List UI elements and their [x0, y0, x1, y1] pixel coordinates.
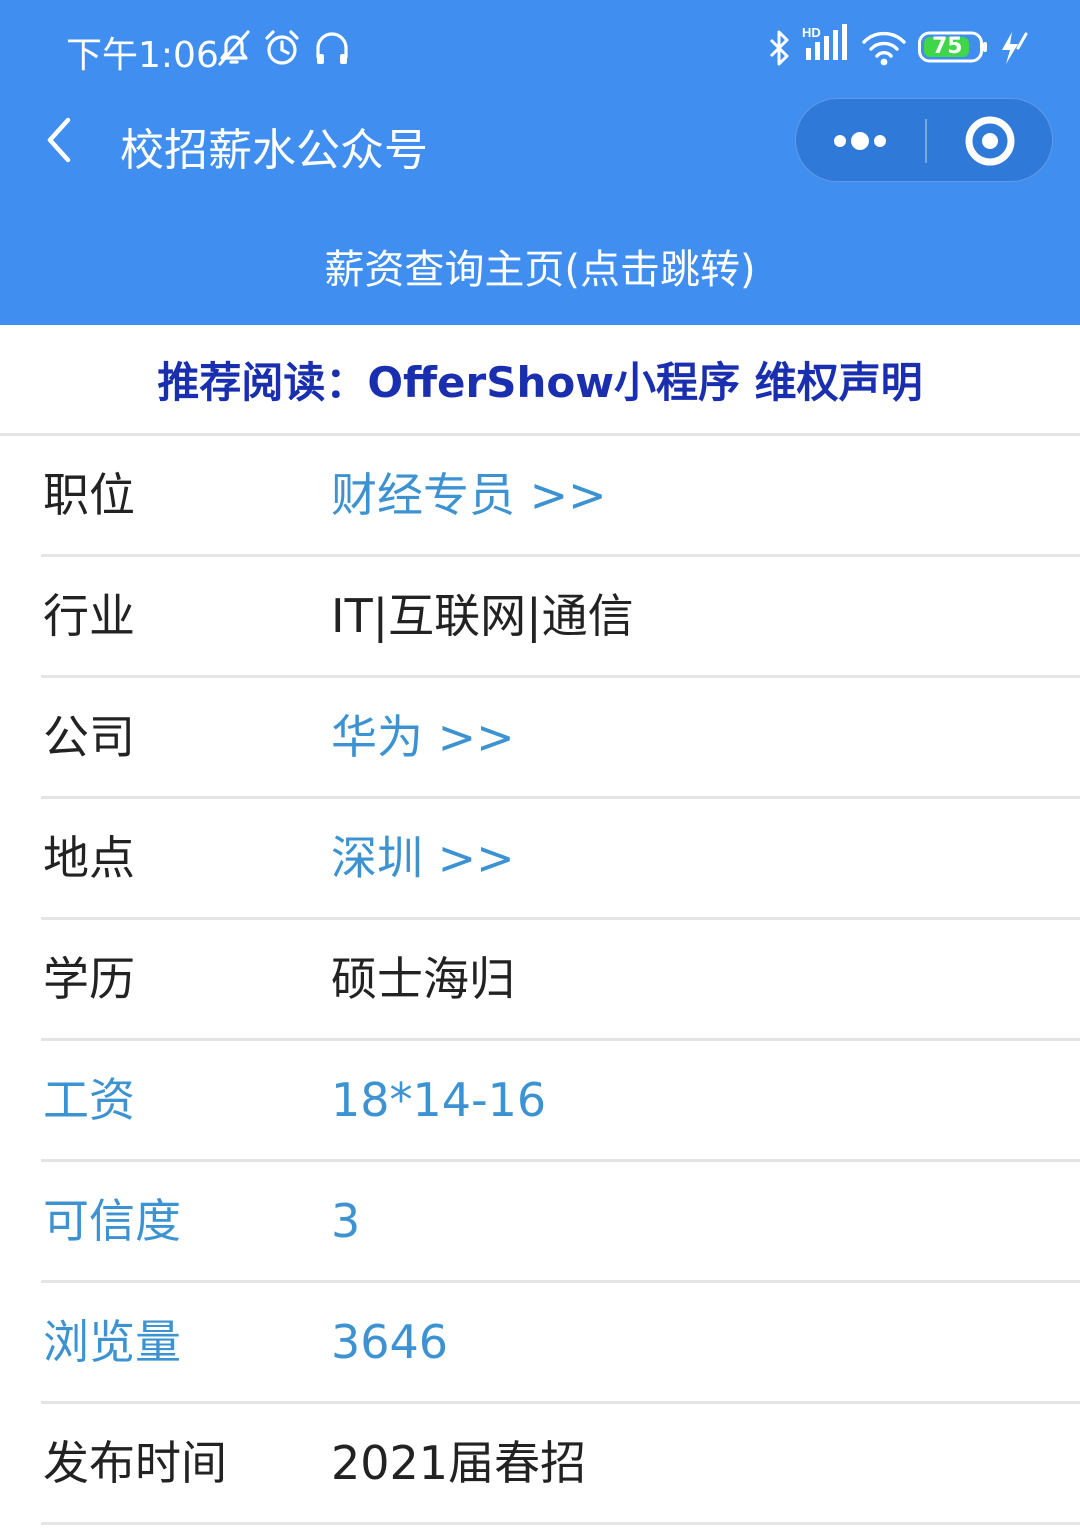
svg-text:HD: HD — [802, 25, 821, 40]
detail-value-credibility: 3 — [331, 1194, 361, 1248]
detail-row-views: 浏览量 3646 — [41, 1283, 1080, 1404]
page-title: 校招薪水公众号 — [120, 125, 428, 176]
close-button[interactable] — [927, 99, 1053, 181]
capsule-menu — [795, 98, 1053, 182]
target-close-icon — [965, 116, 1015, 166]
more-button[interactable] — [796, 99, 924, 181]
detail-row-company[interactable]: 公司 华为 >> — [41, 678, 1080, 799]
status-bar: 下午1:06 HD 75 — [0, 0, 1080, 96]
detail-label-publish-time: 发布时间 — [43, 1436, 227, 1490]
detail-row-education: 学历 硕士海归 — [41, 920, 1080, 1041]
alarm-icon — [262, 28, 302, 72]
detail-value-views: 3646 — [331, 1315, 449, 1369]
more-dots-icon — [834, 132, 886, 150]
detail-row-position[interactable]: 职位 财经专员 >> — [41, 436, 1080, 557]
headset-icon — [312, 28, 352, 72]
detail-label-views: 浏览量 — [43, 1315, 181, 1369]
detail-row-publish-time: 发布时间 2021届春招 — [41, 1404, 1080, 1525]
battery-icon: 75 — [918, 30, 988, 70]
back-button[interactable] — [36, 110, 96, 170]
detail-row-salary: 工资 18*14-16 — [41, 1041, 1080, 1162]
charging-icon — [996, 28, 1030, 72]
detail-label-location: 地点 — [43, 831, 135, 885]
detail-value-location[interactable]: 深圳 >> — [331, 799, 515, 917]
detail-label-position: 职位 — [43, 468, 135, 522]
detail-label-education: 学历 — [43, 952, 135, 1006]
detail-label-company: 公司 — [43, 710, 135, 764]
back-arrow-icon — [47, 117, 71, 163]
detail-value-publish-time: 2021届春招 — [331, 1436, 587, 1490]
recommend-link[interactable]: 推荐阅读：OfferShow小程序 维权声明 — [0, 325, 1080, 436]
detail-value-company[interactable]: 华为 >> — [331, 678, 515, 796]
detail-value-position[interactable]: 财经专员 >> — [331, 436, 607, 554]
detail-value-education: 硕士海归 — [331, 952, 515, 1006]
battery-level: 75 — [932, 34, 963, 59]
salary-home-banner[interactable]: 薪资查询主页(点击跳转) — [0, 206, 1080, 325]
status-time: 下午1:06 — [66, 35, 219, 76]
hd-signal-icon: HD — [802, 24, 848, 68]
detail-label-credibility: 可信度 — [43, 1194, 181, 1248]
wifi-icon — [860, 28, 908, 72]
nav-bar: 校招薪水公众号 — [0, 96, 1080, 206]
mute-icon — [214, 28, 254, 72]
detail-row-location[interactable]: 地点 深圳 >> — [41, 799, 1080, 920]
detail-label-industry: 行业 — [43, 589, 135, 643]
detail-value-industry: IT|互联网|通信 — [331, 589, 634, 643]
detail-list: 职位 财经专员 >> 行业 IT|互联网|通信公司 华为 >> 地点 深圳 >> 学历 硕士海归… — [0, 436, 1080, 1525]
detail-label-salary: 工资 — [43, 1073, 135, 1127]
detail-value-salary: 18*14-16 — [331, 1073, 547, 1127]
bluetooth-icon — [766, 28, 794, 72]
detail-row-credibility: 可信度 3 — [41, 1162, 1080, 1283]
detail-row-industry: 行业 IT|互联网|通信 — [41, 557, 1080, 678]
app-header: 下午1:06 HD 75 校招薪水公众号 薪资查询主页(点击跳转) — [0, 0, 1080, 325]
